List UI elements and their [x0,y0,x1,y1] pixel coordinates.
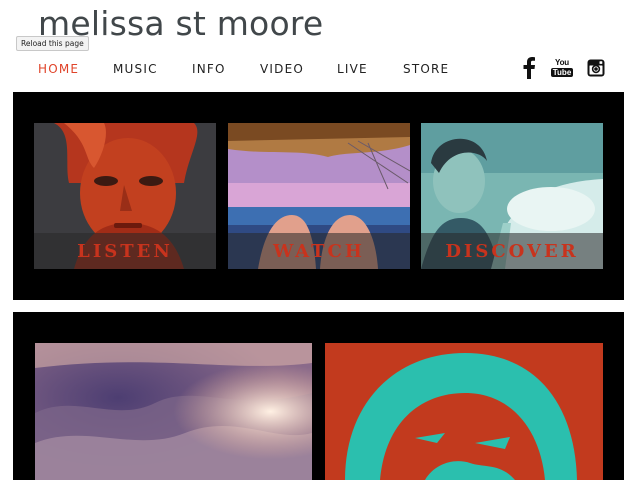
nav-home[interactable]: HOME [38,59,79,79]
portrait-art-image [325,343,603,480]
media-panel [13,312,624,480]
watch-label-bar: WATCH [228,233,410,269]
featured-panel: LISTEN WATCH DISCOVER [13,92,624,300]
listen-label-bar: LISTEN [34,233,216,269]
youtube-icon[interactable]: You Tube [550,56,574,80]
youtube-tube-text: Tube [550,68,574,77]
reload-tooltip: Reload this page [16,36,89,51]
portrait-art-tile[interactable] [325,343,603,480]
discover-label-bar: DISCOVER [421,233,603,269]
nav-music[interactable]: MUSIC [113,59,158,79]
clouds-image [35,343,312,480]
nav-store[interactable]: STORE [403,59,449,79]
facebook-icon[interactable] [520,56,538,80]
nav-video[interactable]: VIDEO [260,59,304,79]
nav-live[interactable]: LIVE [337,59,368,79]
instagram-icon[interactable] [586,56,606,80]
discover-label: DISCOVER [445,240,579,262]
nav-info[interactable]: INFO [192,59,226,79]
listen-label: LISTEN [77,240,173,262]
discover-tile[interactable]: DISCOVER [421,123,603,269]
clouds-image-tile[interactable] [35,343,312,480]
youtube-you-text: You [555,58,569,67]
watch-tile[interactable]: WATCH [228,123,410,269]
watch-label: WATCH [273,240,365,262]
listen-tile[interactable]: LISTEN [34,123,216,269]
